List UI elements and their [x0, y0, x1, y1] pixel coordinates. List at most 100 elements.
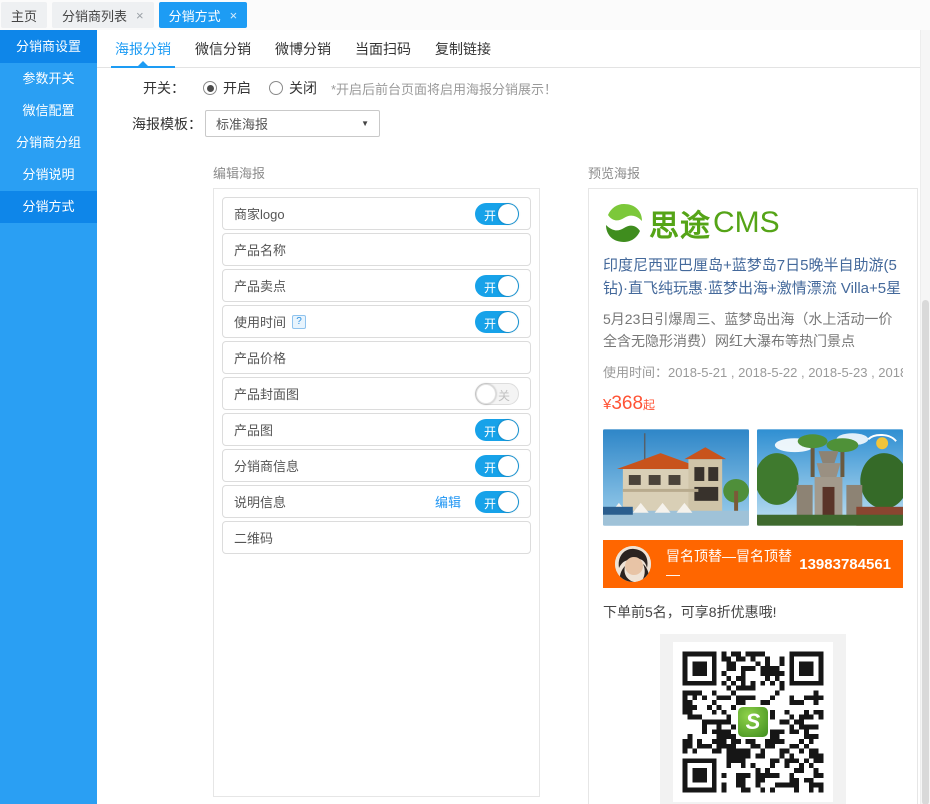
- row-label: 产品名称: [234, 240, 286, 259]
- main-content: 海报分销 微信分销 微博分销 当面扫码 复制链接 开关： 开启 关闭 *开启后前…: [97, 30, 930, 804]
- preview-poster-section-title: 预览海报: [588, 163, 640, 182]
- poster-template-select[interactable]: 标准海报 ▼: [205, 110, 380, 137]
- row-label: 说明信息: [234, 492, 286, 511]
- poster-row-selling-points: 产品卖点 开: [222, 269, 531, 302]
- radio-disable-label: 关闭: [289, 78, 317, 98]
- row-label: 商家logo: [234, 204, 285, 223]
- scrollbar: [920, 30, 930, 804]
- toggle-knob: [498, 420, 518, 440]
- window-tab-home[interactable]: 主页: [1, 2, 47, 28]
- preview-poster-panel: 思途 CMS 印度尼西亚巴厘岛+蓝梦岛7日5晚半自助游(5钻)·直飞纯玩惠·蓝梦…: [588, 188, 918, 804]
- toggle-knob: [498, 204, 518, 224]
- row-label: 分销商信息: [234, 456, 299, 475]
- row-label: 产品封面图: [234, 384, 299, 403]
- content-tab-weibo[interactable]: 微博分销: [275, 30, 331, 68]
- poster-row-merchant-logo: 商家logo 开: [222, 197, 531, 230]
- help-icon[interactable]: ?: [292, 315, 306, 329]
- product-description: 5月23日引爆周三、蓝梦岛出海（水上活动一价全含无隐形消费）网红大瀑布等热门景点: [603, 308, 903, 352]
- product-price: ¥368起: [603, 393, 903, 415]
- poster-row-product-price: 产品价格: [222, 341, 531, 374]
- chevron-down-icon: ▼: [361, 119, 369, 128]
- toggle-knob: [476, 384, 496, 404]
- poster-template-label: 海报模板：: [97, 114, 202, 134]
- brand-logo-text-cn: 思途: [649, 201, 711, 245]
- toggle-selling-points[interactable]: 开: [475, 275, 519, 297]
- window-tab-bar: 主页 分销商列表 × 分销方式 ×: [0, 0, 930, 30]
- toggle-description-info[interactable]: 开: [475, 491, 519, 513]
- edit-poster-section-title: 编辑海报: [213, 163, 265, 182]
- poster-photo-temple: [757, 429, 903, 526]
- toggle-knob: [498, 492, 518, 512]
- toggle-cover-image[interactable]: 关: [475, 383, 519, 405]
- product-photos: [603, 429, 903, 526]
- poster-row-use-time: 使用时间 ? 开: [222, 305, 531, 338]
- poster-photo-building: [603, 429, 749, 526]
- window-tab-distributor-list[interactable]: 分销商列表 ×: [52, 2, 154, 28]
- row-label: 二维码: [234, 528, 273, 547]
- toggle-merchant-logo[interactable]: 开: [475, 203, 519, 225]
- use-time-text: 使用时间：2018-5-21 , 2018-5-22 , 2018-5-23 ,…: [603, 362, 903, 381]
- product-title: 印度尼西亚巴厘岛+蓝梦岛7日5晚半自助游(5钻)·直飞纯玩惠·蓝梦出海+激情漂流…: [603, 254, 903, 300]
- switch-hint-text: *开启后前台页面将启用海报分销展示！: [331, 79, 557, 98]
- scrollbar-thumb[interactable]: [922, 300, 929, 804]
- edit-poster-panel: 商家logo 开 产品名称 产品卖点 开 使用时间 ? 开 产品价格 产品封面图…: [213, 188, 540, 797]
- distributor-bar: 冒名顶替—冒名顶替— 13983784561: [603, 540, 903, 588]
- promo-text: 下单前5名，可享8折优惠哦!: [603, 602, 903, 622]
- toggle-knob: [498, 456, 518, 476]
- content-tab-copy-link[interactable]: 复制链接: [435, 30, 491, 68]
- poster-row-distributor-info: 分销商信息 开: [222, 449, 531, 482]
- qr-code: S: [673, 642, 833, 802]
- sidebar: 分销商设置 参数开关 微信配置 分销商分组 分销说明 分销方式: [0, 30, 97, 804]
- radio-selected-icon: [203, 81, 217, 95]
- row-label: 使用时间: [234, 312, 286, 331]
- window-tab-distribution-method[interactable]: 分销方式 ×: [159, 2, 248, 28]
- sidebar-item-distribution-explain[interactable]: 分销说明: [0, 159, 97, 191]
- distributor-name: 冒名顶替—冒名顶替—: [666, 546, 799, 582]
- poster-row-product-name: 产品名称: [222, 233, 531, 266]
- poster-row-product-image: 产品图 开: [222, 413, 531, 446]
- brand-logo-icon: [603, 202, 645, 244]
- sidebar-item-distribution-method[interactable]: 分销方式: [0, 191, 97, 223]
- toggle-distributor-info[interactable]: 开: [475, 455, 519, 477]
- brand-logo-text-en: CMS: [713, 206, 780, 240]
- toggle-product-image[interactable]: 开: [475, 419, 519, 441]
- close-icon[interactable]: ×: [136, 9, 144, 22]
- content-tab-face-scan[interactable]: 当面扫码: [355, 30, 411, 68]
- poster-row-description-info: 说明信息 编辑 开: [222, 485, 531, 518]
- poster-row-qrcode: 二维码: [222, 521, 531, 554]
- row-label: 产品图: [234, 420, 273, 439]
- price-value: 368: [611, 393, 643, 414]
- content-tab-wechat[interactable]: 微信分销: [195, 30, 251, 68]
- close-icon[interactable]: ×: [230, 9, 238, 22]
- toggle-use-time[interactable]: 开: [475, 311, 519, 333]
- radio-enable[interactable]: 开启: [203, 78, 251, 98]
- price-suffix: 起: [643, 398, 655, 412]
- window-tab-label: 分销商列表: [62, 6, 127, 25]
- row-label: 产品价格: [234, 348, 286, 367]
- qr-center-logo-icon: S: [736, 705, 770, 739]
- toggle-knob: [498, 312, 518, 332]
- window-tab-label: 主页: [11, 6, 37, 25]
- window-tab-label: 分销方式: [169, 6, 221, 25]
- sidebar-header-distributor-settings[interactable]: 分销商设置: [0, 30, 97, 63]
- row-label: 产品卖点: [234, 276, 286, 295]
- switch-row: 开关： 开启 关闭 *开启后前台页面将启用海报分销展示！: [97, 77, 557, 99]
- sidebar-item-parameter-switch[interactable]: 参数开关: [0, 63, 97, 95]
- radio-disable[interactable]: 关闭: [269, 78, 317, 98]
- edit-description-link[interactable]: 编辑: [435, 492, 461, 511]
- radio-unselected-icon: [269, 81, 283, 95]
- poster-row-cover-image: 产品封面图 关: [222, 377, 531, 410]
- poster-template-row: 海报模板： 标准海报 ▼: [97, 110, 380, 137]
- content-tab-bar: 海报分销 微信分销 微博分销 当面扫码 复制链接: [97, 30, 920, 68]
- brand-logo: 思途 CMS: [603, 201, 903, 245]
- radio-enable-label: 开启: [223, 78, 251, 98]
- toggle-knob: [498, 276, 518, 296]
- distributor-avatar: [615, 546, 651, 582]
- content-tab-poster[interactable]: 海报分销: [115, 30, 171, 68]
- sidebar-item-wechat-config[interactable]: 微信配置: [0, 95, 97, 127]
- qr-code-block: S: [660, 634, 846, 804]
- distributor-phone: 13983784561: [799, 556, 891, 573]
- poster-template-value: 标准海报: [216, 114, 268, 133]
- app-window: 主页 分销商列表 × 分销方式 × 分销商设置 参数开关 微信配置 分销商分组 …: [0, 0, 930, 804]
- sidebar-item-distributor-groups[interactable]: 分销商分组: [0, 127, 97, 159]
